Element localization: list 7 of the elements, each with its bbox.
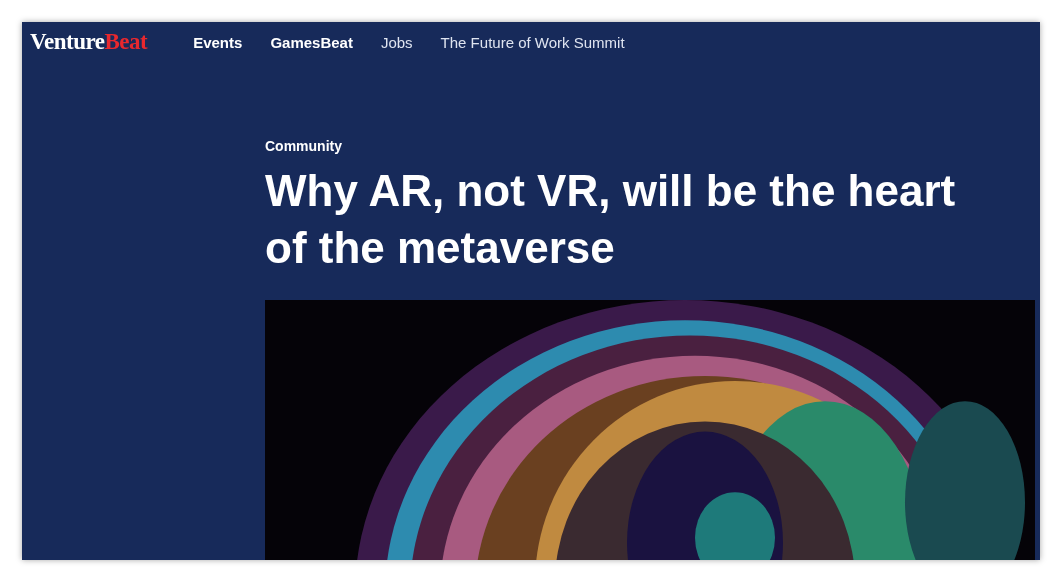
nav-link[interactable]: Events bbox=[193, 33, 243, 51]
category-label[interactable]: Community bbox=[265, 138, 1040, 154]
nav-link[interactable]: The Future of Work Summit bbox=[440, 33, 625, 51]
logo[interactable]: VentureBeat bbox=[30, 29, 148, 55]
headline: Why AR, not VR, will be the heart of the metaverse bbox=[265, 165, 957, 274]
nav-link[interactable]: Jobs bbox=[380, 33, 413, 51]
nav-link[interactable]: GamesBeat bbox=[270, 33, 353, 51]
